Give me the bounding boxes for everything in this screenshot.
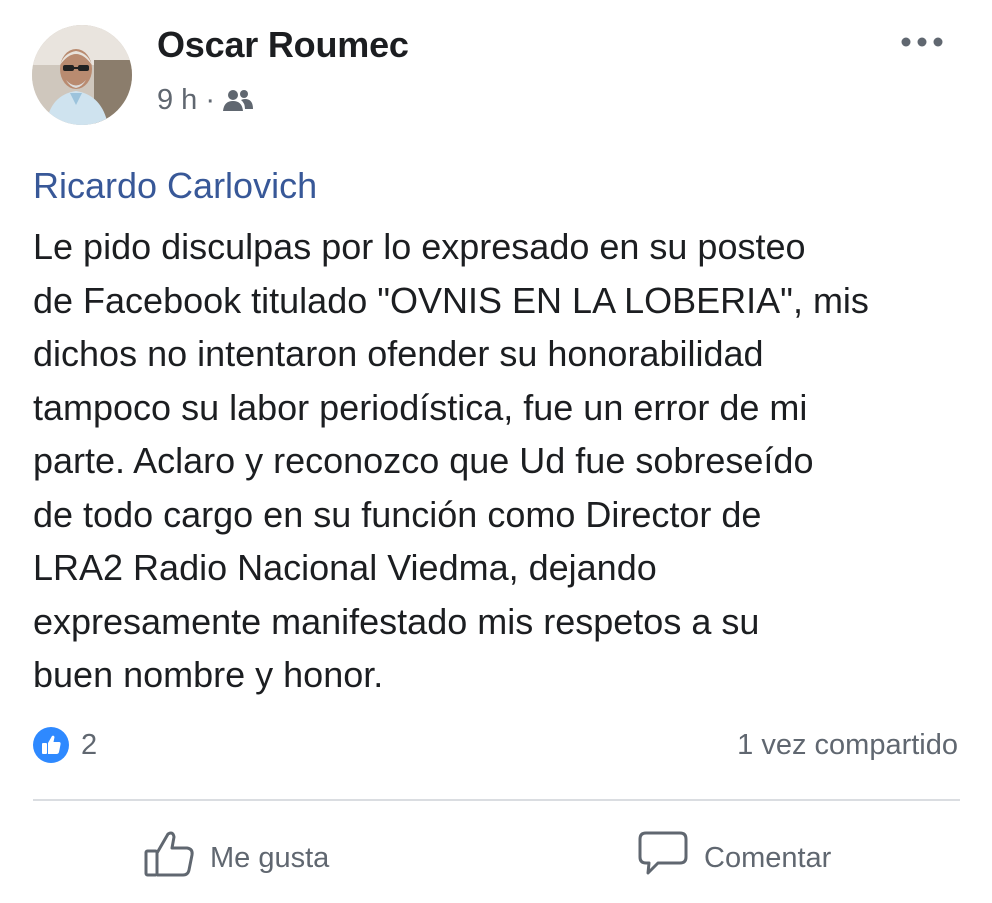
like-reaction-icon bbox=[33, 727, 69, 763]
comment-button-label: Comentar bbox=[704, 841, 832, 874]
comment-icon bbox=[636, 829, 690, 887]
post-text: Le pido disculpas por lo expresado en su… bbox=[33, 226, 869, 695]
reactions-summary[interactable]: 2 bbox=[33, 727, 97, 763]
thumbs-up-icon bbox=[142, 829, 196, 887]
post-meta: 9 h · bbox=[157, 82, 255, 118]
action-divider bbox=[33, 799, 960, 801]
friends-icon[interactable] bbox=[221, 87, 255, 113]
facebook-post: Oscar Roumec 9 h · Ricardo Carlovich Le … bbox=[0, 0, 992, 903]
like-button[interactable]: Me gusta bbox=[142, 828, 329, 888]
share-count-link[interactable]: 1 vez compartido bbox=[737, 727, 958, 763]
like-button-label: Me gusta bbox=[210, 841, 330, 874]
more-options-button[interactable] bbox=[896, 28, 948, 56]
author-name[interactable]: Oscar Roumec bbox=[157, 24, 409, 66]
post-time[interactable]: 9 h bbox=[157, 84, 197, 117]
mentioned-user-link[interactable]: Ricardo Carlovich bbox=[33, 165, 317, 207]
reaction-count: 2 bbox=[81, 728, 98, 761]
more-options-icon bbox=[901, 37, 943, 47]
meta-separator: · bbox=[205, 83, 215, 116]
comment-button[interactable]: Comentar bbox=[636, 828, 831, 888]
author-avatar[interactable] bbox=[32, 25, 132, 125]
avatar-photo bbox=[32, 25, 132, 125]
